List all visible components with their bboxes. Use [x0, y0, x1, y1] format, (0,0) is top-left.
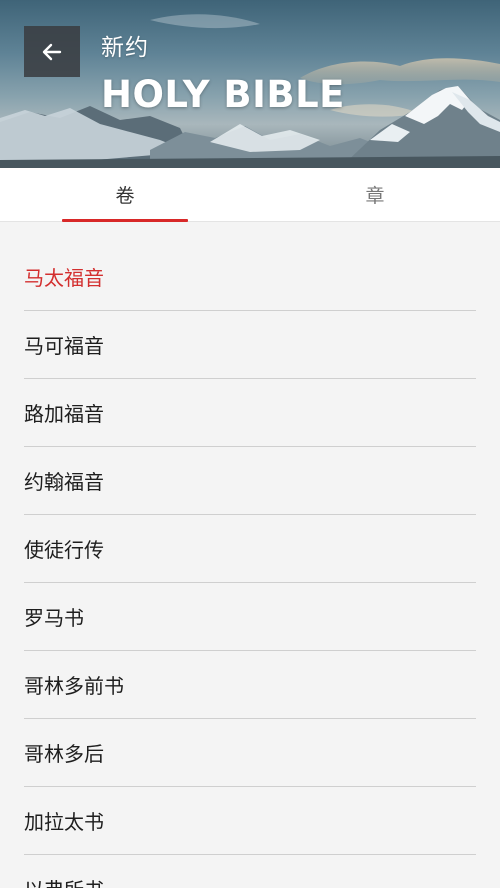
book-item-galatians[interactable]: 加拉太书: [24, 787, 476, 855]
book-item-matthew[interactable]: 马太福音: [24, 243, 476, 311]
app-screen: 新约 HOLY BIBLE 卷 章 马太福音 马可福音 路加福音 约翰福音 使徒…: [0, 0, 500, 888]
arrow-left-icon: [42, 43, 62, 60]
book-item-john[interactable]: 约翰福音: [24, 447, 476, 515]
tab-bar: 卷 章: [0, 168, 500, 222]
tab-chapters[interactable]: 章: [250, 168, 500, 221]
active-tab-indicator: [62, 219, 188, 222]
book-item-1-corinthians[interactable]: 哥林多前书: [24, 651, 476, 719]
book-item-romans[interactable]: 罗马书: [24, 583, 476, 651]
testament-subtitle: 新约: [101, 35, 149, 61]
tab-chapters-label: 章: [365, 185, 385, 207]
tab-books[interactable]: 卷: [0, 168, 250, 222]
tab-books-label: 卷: [115, 185, 135, 207]
page-title: HOLY BIBLE: [101, 73, 345, 116]
header-banner: 新约 HOLY BIBLE: [0, 0, 500, 168]
book-item-acts[interactable]: 使徒行传: [24, 515, 476, 583]
book-list: 马太福音 马可福音 路加福音 约翰福音 使徒行传 罗马书 哥林多前书 哥林多后 …: [24, 243, 476, 888]
book-item-ephesians[interactable]: 以弗所书: [24, 855, 476, 888]
book-item-2-corinthians[interactable]: 哥林多后: [24, 719, 476, 787]
back-button[interactable]: [24, 26, 80, 77]
book-item-mark[interactable]: 马可福音: [24, 311, 476, 379]
book-item-luke[interactable]: 路加福音: [24, 379, 476, 447]
